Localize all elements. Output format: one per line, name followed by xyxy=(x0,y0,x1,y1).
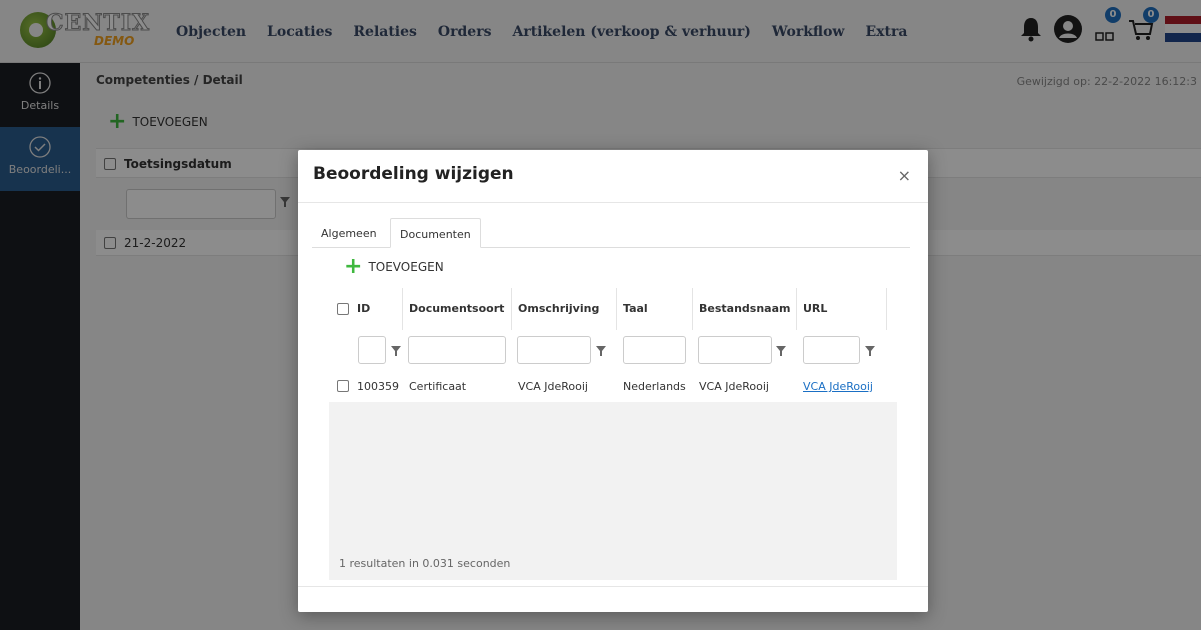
documents-grid: ID Documentsoort Omschrijving Taal Besta… xyxy=(329,288,897,580)
tab-documenten[interactable]: Documenten xyxy=(390,218,481,248)
modal-title: Beoordeling wijzigen xyxy=(313,164,514,184)
grid-header-row: ID Documentsoort Omschrijving Taal Besta… xyxy=(329,288,897,330)
row-documentsoort: Certificaat xyxy=(409,380,467,393)
grid-filter-row xyxy=(329,330,897,370)
filter-icon[interactable] xyxy=(776,345,786,359)
column-header-taal[interactable]: Taal xyxy=(617,288,693,330)
close-icon[interactable]: × xyxy=(898,166,911,185)
url-filter-input[interactable] xyxy=(803,336,860,364)
add-document-button[interactable]: + TOEVOEGEN xyxy=(344,254,444,279)
row-checkbox[interactable] xyxy=(337,380,349,392)
id-filter-input[interactable] xyxy=(358,336,386,364)
column-header-id[interactable]: ID xyxy=(357,302,370,315)
filter-icon[interactable] xyxy=(596,345,606,359)
row-id: 100359 xyxy=(357,380,399,393)
modal-tabs: Algemeen Documenten xyxy=(312,218,910,248)
row-omschrijving: VCA JdeRooij xyxy=(518,380,588,393)
omschrijving-filter-input[interactable] xyxy=(517,336,591,364)
table-row[interactable]: 100359 Certificaat VCA JdeRooij Nederlan… xyxy=(329,370,897,402)
row-bestandsnaam: VCA JdeRooij xyxy=(699,380,769,393)
modal-footer-divider xyxy=(298,586,928,587)
edit-assessment-modal: Beoordeling wijzigen × Algemeen Document… xyxy=(298,150,928,612)
grid-result-count: 1 resultaten in 0.031 seconden xyxy=(339,557,511,570)
column-header-url[interactable]: URL xyxy=(797,288,887,330)
column-header-documentsoort[interactable]: Documentsoort xyxy=(403,288,512,330)
plus-icon: + xyxy=(344,254,363,279)
documentsoort-filter-input[interactable] xyxy=(408,336,506,364)
row-taal: Nederlands xyxy=(623,380,686,393)
bestandsnaam-filter-input[interactable] xyxy=(698,336,772,364)
taal-filter-input[interactable] xyxy=(623,336,686,364)
filter-icon[interactable] xyxy=(391,345,401,359)
tab-algemeen[interactable]: Algemeen xyxy=(312,218,386,248)
column-header-bestandsnaam[interactable]: Bestandsnaam xyxy=(693,288,797,330)
modal-divider xyxy=(298,202,928,203)
column-header-omschrijving[interactable]: Omschrijving xyxy=(512,288,617,330)
add-document-label: TOEVOEGEN xyxy=(368,260,444,274)
row-url-link[interactable]: VCA JdeRooij xyxy=(803,380,873,393)
filter-icon[interactable] xyxy=(865,345,875,359)
select-all-checkbox[interactable] xyxy=(337,303,349,315)
